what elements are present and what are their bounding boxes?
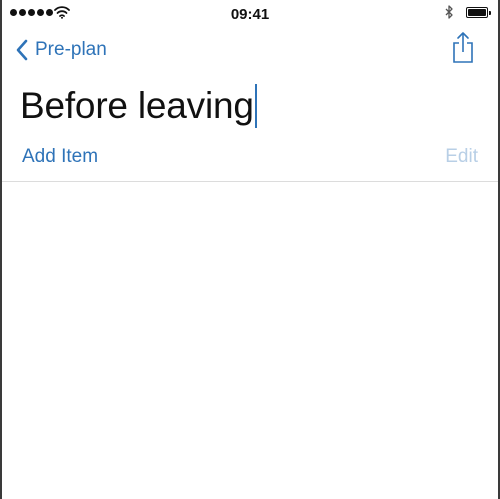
status-time: 09:41 bbox=[230, 6, 270, 23]
app-screen: 09:41 Pre-plan Before leaving Add Item E… bbox=[0, 0, 500, 499]
items-list bbox=[2, 182, 498, 499]
edit-button[interactable]: Edit bbox=[445, 146, 478, 168]
list-title-text: Before leaving bbox=[20, 85, 254, 126]
text-cursor bbox=[254, 84, 257, 128]
share-icon[interactable] bbox=[452, 30, 474, 64]
bluetooth-icon bbox=[445, 5, 453, 19]
chevron-left-icon bbox=[16, 39, 28, 61]
status-bar: 09:41 bbox=[2, 0, 498, 28]
back-label: Pre-plan bbox=[35, 39, 107, 60]
list-title-field[interactable]: Before leaving bbox=[20, 84, 257, 128]
back-button[interactable]: Pre-plan bbox=[16, 37, 107, 63]
battery-icon bbox=[466, 7, 491, 18]
add-item-button[interactable]: Add Item bbox=[22, 146, 98, 168]
battery-fill bbox=[468, 9, 486, 16]
